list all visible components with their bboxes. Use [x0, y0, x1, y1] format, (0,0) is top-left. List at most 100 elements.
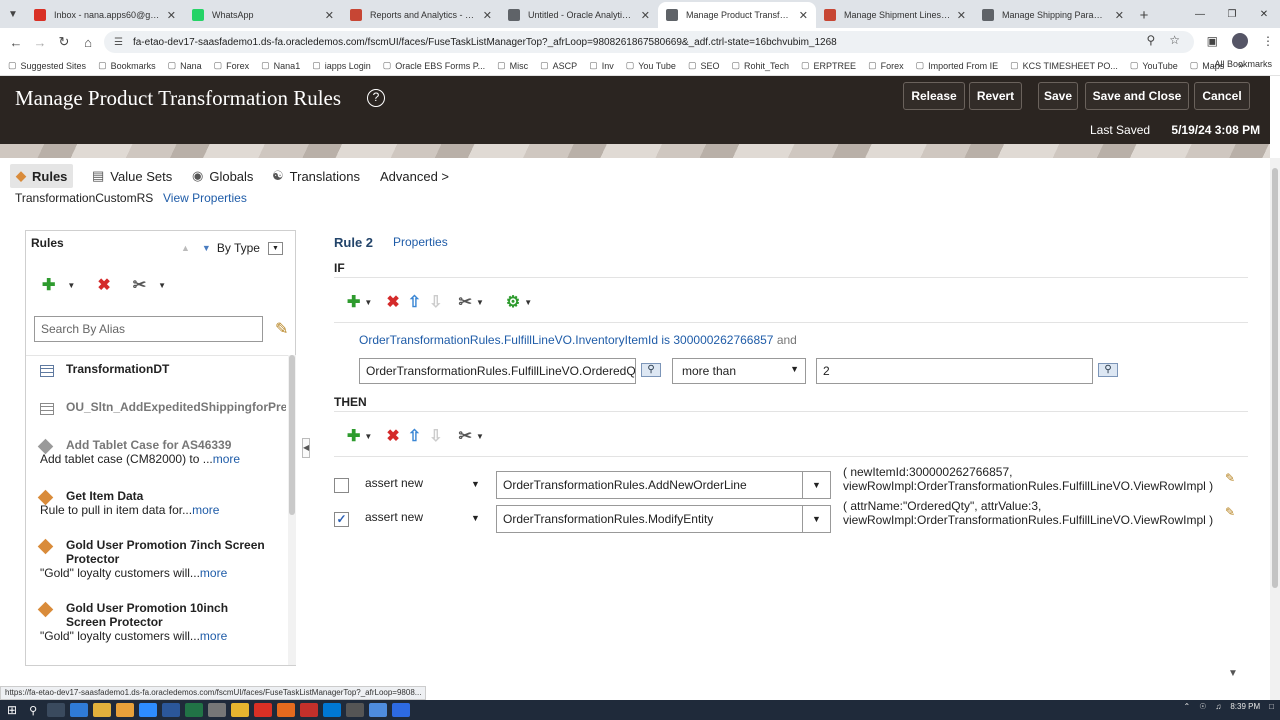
page-scrollbar-thumb[interactable]: [1272, 168, 1278, 588]
app-icon[interactable]: [346, 703, 365, 717]
page-scrollbar[interactable]: [1270, 158, 1280, 700]
sort-dropdown-icon[interactable]: ▼: [267, 241, 283, 255]
bookmark-item[interactable]: ▢ Oracle EBS Forms P...: [383, 60, 485, 71]
move-action-up-icon[interactable]: ⇧: [408, 426, 421, 446]
bookmark-item[interactable]: ▢ Bookmarks: [98, 60, 156, 71]
delete-condition-icon[interactable]: ✖: [386, 292, 399, 312]
add-action-icon[interactable]: ✚: [347, 426, 360, 446]
browser-tab[interactable]: WhatsApp ✕: [184, 2, 342, 28]
cut-action-icon[interactable]: ✂: [459, 426, 472, 446]
tab-close-icon[interactable]: ✕: [641, 9, 650, 22]
chrome-icon[interactable]: [116, 703, 135, 717]
bookmark-item[interactable]: ▢ You Tube: [626, 60, 676, 71]
search-rules-input[interactable]: Search By Alias: [34, 316, 263, 342]
tab-translations[interactable]: ☯ Translations: [272, 164, 360, 188]
app-icon[interactable]: [208, 703, 227, 717]
zoom-icon[interactable]: ⚲: [1146, 33, 1155, 47]
rule-list-item[interactable]: Gold User Promotion 10inch Screen Protec…: [26, 601, 288, 661]
tab-close-icon[interactable]: ✕: [799, 9, 808, 22]
action-target-select[interactable]: OrderTransformationRules.AddNewOrderLine…: [496, 471, 831, 499]
app-icon[interactable]: [139, 703, 158, 717]
chevron-down-icon[interactable]: ▼: [802, 472, 830, 498]
add-rule-menu-icon[interactable]: ▼: [67, 281, 75, 290]
bookmark-item[interactable]: ▢ Inv: [589, 60, 614, 71]
rule-properties-link[interactable]: Properties: [393, 235, 448, 249]
cut-menu-icon[interactable]: ▼: [158, 281, 166, 290]
condition-operator-link[interactable]: is: [661, 333, 670, 347]
reload-icon[interactable]: ↻: [52, 34, 76, 50]
new-tab-button[interactable]: +: [1132, 2, 1156, 28]
rules-list-scrollbar[interactable]: [288, 355, 296, 665]
condition-conjunction[interactable]: and: [777, 333, 797, 347]
tab-advanced[interactable]: Advanced >: [380, 164, 449, 188]
tab-close-icon[interactable]: ✕: [1115, 9, 1124, 22]
app-icon[interactable]: [254, 703, 273, 717]
sort-descending-icon[interactable]: ▼: [202, 243, 211, 253]
browser-tab[interactable]: Manage Shipment Lines - Inve ✕: [816, 2, 974, 28]
advanced-settings-gear-icon[interactable]: ⚙: [506, 292, 520, 312]
forward-icon[interactable]: →: [28, 35, 52, 50]
app-icon[interactable]: [277, 703, 296, 717]
acrobat-icon[interactable]: [300, 703, 319, 717]
condition-value-link[interactable]: 300000262766857: [673, 333, 773, 347]
delete-action-icon[interactable]: ✖: [386, 426, 399, 446]
bookmark-item[interactable]: ▢ YouTube: [1130, 60, 1178, 71]
tab-value-sets[interactable]: ▤ Value Sets: [92, 164, 172, 188]
start-icon[interactable]: ⊞: [7, 703, 17, 717]
tab-close-icon[interactable]: ✕: [957, 9, 966, 22]
word-icon[interactable]: [162, 703, 181, 717]
extensions-icon[interactable]: ▣: [1207, 34, 1218, 48]
add-condition-icon[interactable]: ✚: [347, 292, 360, 312]
more-link[interactable]: more: [192, 503, 219, 517]
tab-globals[interactable]: ◉ Globals: [192, 164, 253, 188]
search-icon[interactable]: ⚲: [29, 704, 37, 717]
tab-close-icon[interactable]: ✕: [483, 9, 492, 22]
back-icon[interactable]: ←: [4, 35, 28, 50]
sort-ascending-icon[interactable]: ▲: [181, 243, 190, 253]
save-and-close-button[interactable]: Save and Close: [1085, 82, 1189, 110]
excel-icon[interactable]: [185, 703, 204, 717]
operator-select[interactable]: more than ▼: [672, 358, 806, 384]
action-checkbox[interactable]: [334, 478, 349, 493]
edge-icon[interactable]: [70, 703, 89, 717]
bookmark-item[interactable]: ▢ Imported From IE: [916, 60, 999, 71]
bookmark-item[interactable]: ▢ Nana: [168, 60, 202, 71]
task-view-icon[interactable]: [47, 703, 66, 717]
edit-arguments-icon[interactable]: ✎: [1225, 505, 1241, 521]
condition-value-field[interactable]: 2: [816, 358, 1093, 384]
expand-icon[interactable]: ▼: [1228, 668, 1238, 679]
browser-tab[interactable]: Inbox - nana.apps60@gmail.com ✕: [26, 2, 184, 28]
profile-avatar[interactable]: [1232, 33, 1248, 49]
scrollbar-thumb[interactable]: [289, 355, 295, 515]
tab-close-icon[interactable]: ✕: [167, 9, 176, 22]
bookmark-item[interactable]: ▢ Nana1: [261, 60, 300, 71]
action-target-select[interactable]: OrderTransformationRules.ModifyEntity ▼: [496, 505, 831, 533]
volume-icon[interactable]: ♫: [1215, 702, 1221, 711]
more-link[interactable]: more: [200, 566, 227, 580]
bookmark-item[interactable]: ▢ ERPTREE: [801, 60, 856, 71]
move-down-icon[interactable]: ⇩: [429, 292, 442, 312]
save-button[interactable]: Save: [1038, 82, 1078, 110]
cut-condition-icon[interactable]: ✂: [459, 292, 472, 312]
condition-attribute-field[interactable]: OrderTransformationRules.FulfillLineVO.O…: [359, 358, 636, 384]
add-action-menu-icon[interactable]: ▼: [364, 432, 372, 441]
add-condition-menu-icon[interactable]: ▼: [364, 298, 372, 307]
help-icon[interactable]: ?: [367, 89, 385, 107]
cut-action-menu-icon[interactable]: ▼: [476, 432, 484, 441]
app-icon[interactable]: [231, 703, 250, 717]
tray-chevron-icon[interactable]: ⌃: [1183, 702, 1190, 711]
add-rule-icon[interactable]: ✚: [42, 275, 55, 295]
action-verb-dropdown-icon[interactable]: ▼: [471, 513, 480, 523]
delete-rule-icon[interactable]: ✖: [97, 275, 110, 295]
attribute-lookup-icon[interactable]: ⚲: [641, 363, 661, 377]
bookmark-item[interactable]: ▢ KCS TIMESHEET PO...: [1010, 60, 1118, 71]
network-icon[interactable]: ☉: [1199, 702, 1206, 711]
file-explorer-icon[interactable]: [93, 703, 112, 717]
release-button[interactable]: Release: [903, 82, 965, 110]
clock[interactable]: 8:39 PM: [1230, 702, 1260, 711]
tab-close-icon[interactable]: ✕: [325, 9, 334, 22]
notifications-icon[interactable]: □: [1269, 702, 1274, 711]
chevron-down-icon[interactable]: ▼: [802, 506, 830, 532]
move-action-down-icon[interactable]: ⇩: [429, 426, 442, 446]
url-field[interactable]: ☰ fa-etao-dev17-saasfademo1.ds-fa.oracle…: [104, 31, 1194, 53]
